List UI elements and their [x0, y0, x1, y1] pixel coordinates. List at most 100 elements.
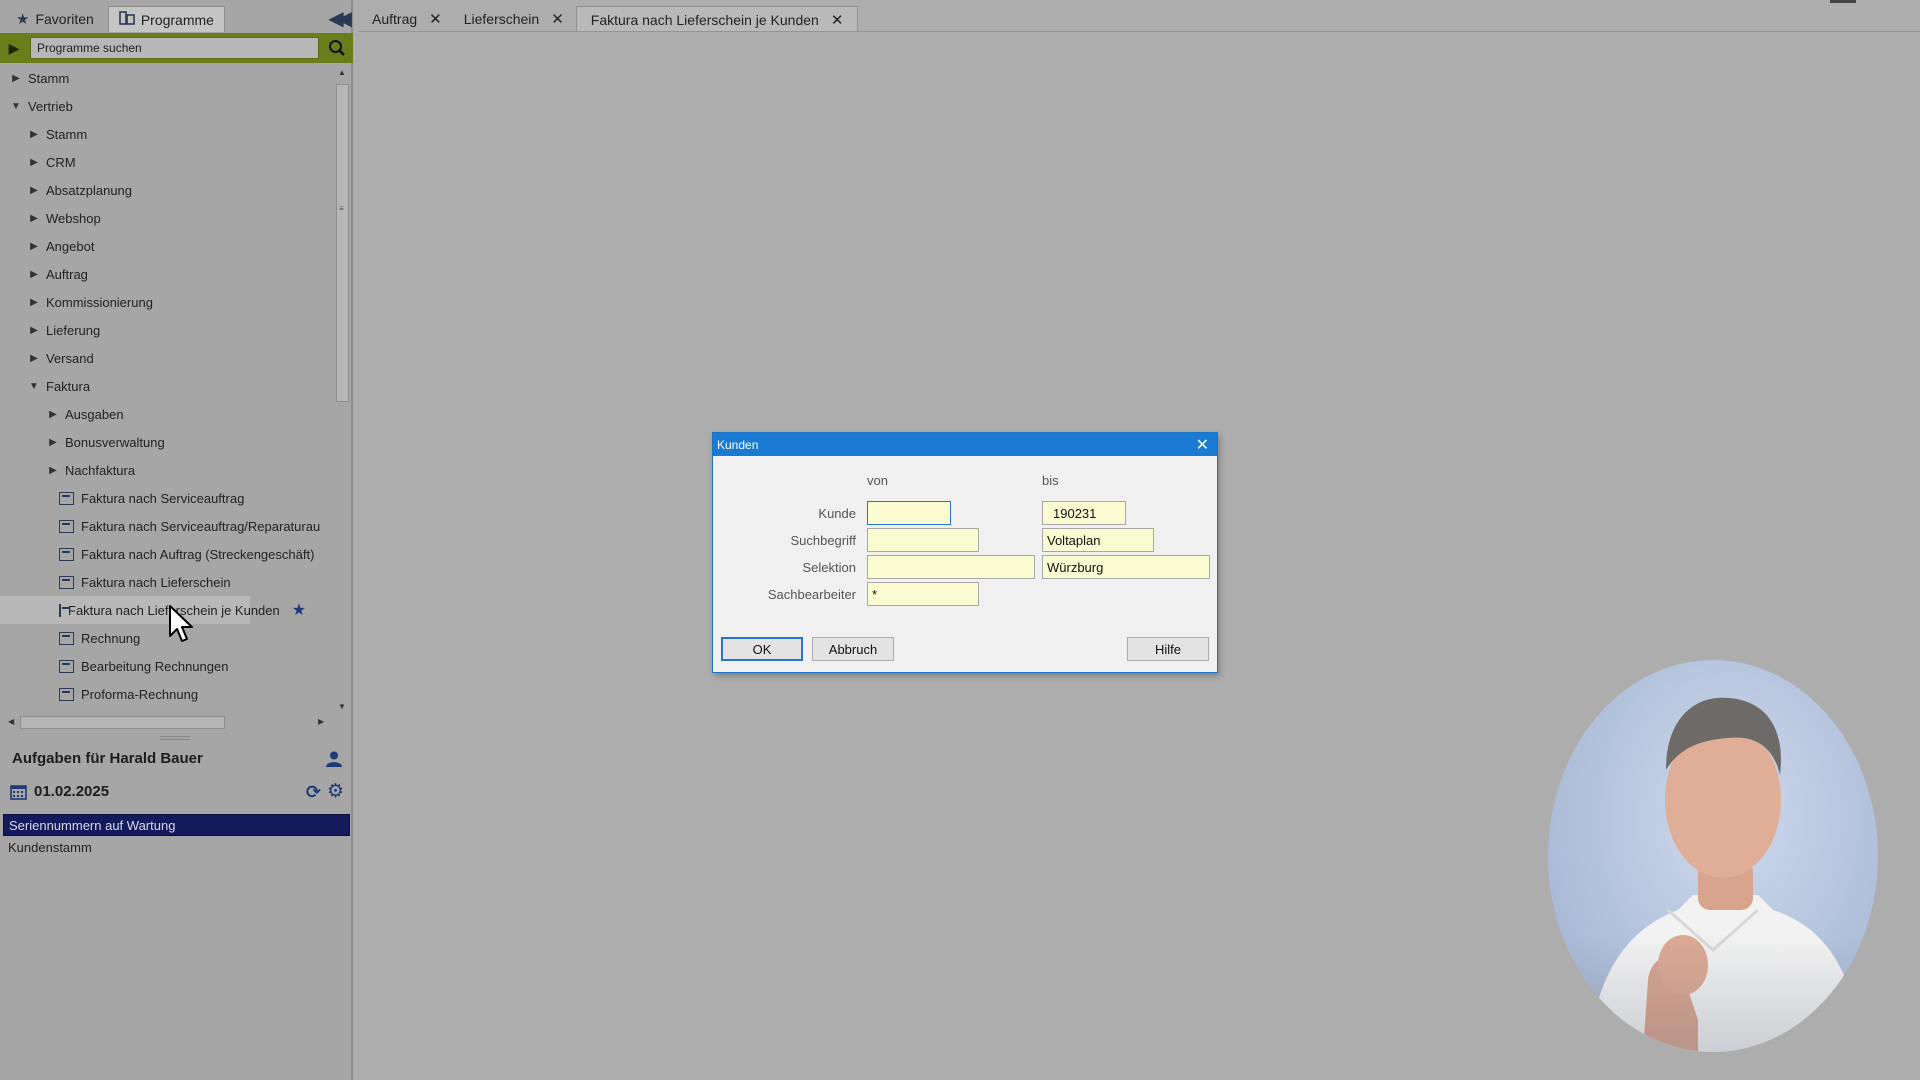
tree-node-label: CRM: [46, 154, 76, 170]
tree-node[interactable]: Faktura nach Serviceauftrag/Reparaturau: [0, 512, 333, 540]
program-window-icon: [59, 631, 74, 645]
tab-auftrag[interactable]: Auftrag ✕: [362, 6, 452, 32]
program-search-bar: ▶: [0, 33, 353, 63]
collapsed-arrow-icon[interactable]: ▶: [28, 213, 40, 224]
program-search-input[interactable]: [30, 37, 319, 59]
tree-node[interactable]: ▶ Nachfaktura: [0, 456, 333, 484]
tab-programme[interactable]: Programme: [107, 6, 225, 32]
gear-icon[interactable]: ⚙: [327, 780, 344, 803]
expanded-arrow-icon[interactable]: ▼: [10, 101, 22, 112]
program-window-icon: [59, 547, 74, 561]
tree-node[interactable]: ▶ CRM: [0, 148, 333, 176]
tab-label: Auftrag: [372, 11, 418, 27]
tree-node-label: Nachfaktura: [65, 462, 136, 478]
tree-node[interactable]: ▶ Lieferung: [0, 316, 333, 344]
collapsed-arrow-icon[interactable]: ▶: [28, 241, 40, 252]
tree-node[interactable]: ▶ Stamm: [0, 64, 333, 92]
tree-node[interactable]: Faktura nach Lieferschein je Kunden ★: [0, 596, 306, 624]
left-tab-bar: ★ Favoriten Programme: [0, 0, 353, 32]
cancel-button[interactable]: Abbruch: [812, 637, 894, 661]
tasks-header: Aufgaben für Harald Bauer 01.02.2025 ⟳ ⚙: [0, 744, 353, 814]
tree-node-label: Vertrieb: [28, 98, 73, 114]
window-control-icon[interactable]: [1830, 0, 1856, 3]
user-icon[interactable]: [325, 750, 343, 771]
collapsed-arrow-icon[interactable]: ▶: [28, 129, 40, 140]
tree-node-label: Faktura: [46, 378, 91, 394]
collapsed-arrow-icon[interactable]: ▶: [28, 353, 40, 364]
tab-lieferschein[interactable]: Lieferschein ✕: [454, 6, 574, 32]
tab-faktura-lieferschein-kunden[interactable]: Faktura nach Lieferschein je Kunden ✕: [575, 6, 859, 32]
tree-node[interactable]: Faktura nach Serviceauftrag: [0, 484, 333, 512]
tab-programme-label: Programme: [140, 11, 214, 28]
task-item[interactable]: Kundenstamm: [3, 836, 350, 858]
suchbegriff-to-input[interactable]: [1042, 528, 1154, 552]
close-icon[interactable]: ✕: [831, 11, 844, 29]
tree-node[interactable]: ▼ Faktura: [0, 372, 333, 400]
play-icon[interactable]: ▶: [4, 40, 24, 57]
scroll-left-icon[interactable]: ◀: [8, 717, 14, 726]
tree-node[interactable]: ▼ Vertrieb: [0, 92, 333, 120]
scroll-grip-icon: ≡: [339, 204, 344, 213]
close-icon[interactable]: ✕: [551, 10, 564, 28]
collapsed-arrow-icon[interactable]: ▶: [28, 185, 40, 196]
tree-node[interactable]: Rechnung: [0, 624, 333, 652]
tree-node[interactable]: ▶ Absatzplanung: [0, 176, 333, 204]
document-tab-bar: Auftrag ✕ Lieferschein ✕ Faktura nach Li…: [358, 0, 1920, 32]
close-icon[interactable]: ✕: [429, 10, 442, 28]
tree-node-label: Faktura nach Lieferschein: [81, 574, 231, 590]
tree-node[interactable]: ▶ Bonusverwaltung: [0, 428, 333, 456]
tree-node[interactable]: Bearbeitung Rechnungen: [0, 652, 333, 680]
refresh-icon[interactable]: ⟳: [306, 782, 321, 803]
program-window-icon: [59, 659, 74, 673]
tree-horizontal-scrollbar[interactable]: ◀ ▶: [0, 714, 333, 732]
tree-node-label: Faktura nach Serviceauftrag/Reparaturau: [81, 518, 321, 534]
tree-vertical-scrollbar[interactable]: ▲ ≡ ▼: [333, 64, 351, 716]
tree-node[interactable]: ▶ Angebot: [0, 232, 333, 260]
tree-node[interactable]: ▶ Kommissionierung: [0, 288, 333, 316]
scroll-down-icon[interactable]: ▼: [338, 702, 346, 711]
tree-node[interactable]: ▶ Versand: [0, 344, 333, 372]
selektion-from-input[interactable]: [867, 555, 1035, 579]
task-item[interactable]: Seriennummern auf Wartung: [3, 814, 350, 836]
ok-button[interactable]: OK: [721, 637, 803, 661]
program-tree: ▶ Stamm ▼ Vertrieb ▶ Stamm ▶ CRM ▶ Absatzplanung ▶…: [0, 64, 333, 724]
scroll-up-icon[interactable]: ▲: [338, 68, 346, 77]
favorite-star-icon[interactable]: ★: [292, 600, 306, 620]
mouse-cursor-icon: [168, 604, 198, 647]
tree-node-label: Auftrag: [46, 266, 88, 282]
tree-node[interactable]: ▶ Ausgaben: [0, 400, 333, 428]
scroll-thumb[interactable]: [20, 716, 225, 729]
collapsed-arrow-icon[interactable]: ▶: [28, 297, 40, 308]
selektion-to-input[interactable]: [1042, 555, 1210, 579]
collapsed-arrow-icon[interactable]: ▶: [47, 465, 59, 476]
tree-node-label: Bearbeitung Rechnungen: [81, 658, 229, 674]
collapse-panel-icon[interactable]: ◀◀: [328, 6, 352, 31]
tree-node[interactable]: Faktura nach Auftrag (Streckengeschäft): [0, 540, 333, 568]
help-button[interactable]: Hilfe: [1127, 637, 1209, 661]
tree-node[interactable]: ▶ Webshop: [0, 204, 333, 232]
sachbearbeiter-input[interactable]: [867, 582, 979, 606]
close-icon[interactable]: ✕: [1196, 435, 1209, 455]
scroll-right-icon[interactable]: ▶: [318, 717, 324, 726]
tree-node[interactable]: ▶ Stamm: [0, 120, 333, 148]
expanded-arrow-icon[interactable]: ▼: [28, 381, 40, 392]
tree-node[interactable]: Proforma-Rechnung: [0, 680, 333, 708]
collapsed-arrow-icon[interactable]: ▶: [28, 269, 40, 280]
collapsed-arrow-icon[interactable]: ▶: [28, 325, 40, 336]
tree-node[interactable]: Faktura nach Lieferschein: [0, 568, 333, 596]
tab-favoriten[interactable]: ★ Favoriten: [6, 6, 104, 32]
tree-node[interactable]: ▶ Auftrag: [0, 260, 333, 288]
dialog-titlebar[interactable]: Kunden ✕: [713, 433, 1217, 456]
collapsed-arrow-icon[interactable]: ▶: [47, 437, 59, 448]
collapsed-arrow-icon[interactable]: ▶: [10, 73, 22, 84]
collapsed-arrow-icon[interactable]: ▶: [28, 157, 40, 168]
collapsed-arrow-icon[interactable]: ▶: [47, 409, 59, 420]
panel-splitter[interactable]: [160, 736, 190, 740]
suchbegriff-from-input[interactable]: [867, 528, 979, 552]
kunde-from-input[interactable]: [867, 501, 951, 525]
scroll-thumb[interactable]: [336, 84, 349, 402]
calendar-icon[interactable]: [10, 784, 27, 803]
kunde-to-input[interactable]: [1042, 501, 1126, 525]
search-icon[interactable]: [325, 37, 349, 59]
program-window-icon: [59, 603, 70, 617]
